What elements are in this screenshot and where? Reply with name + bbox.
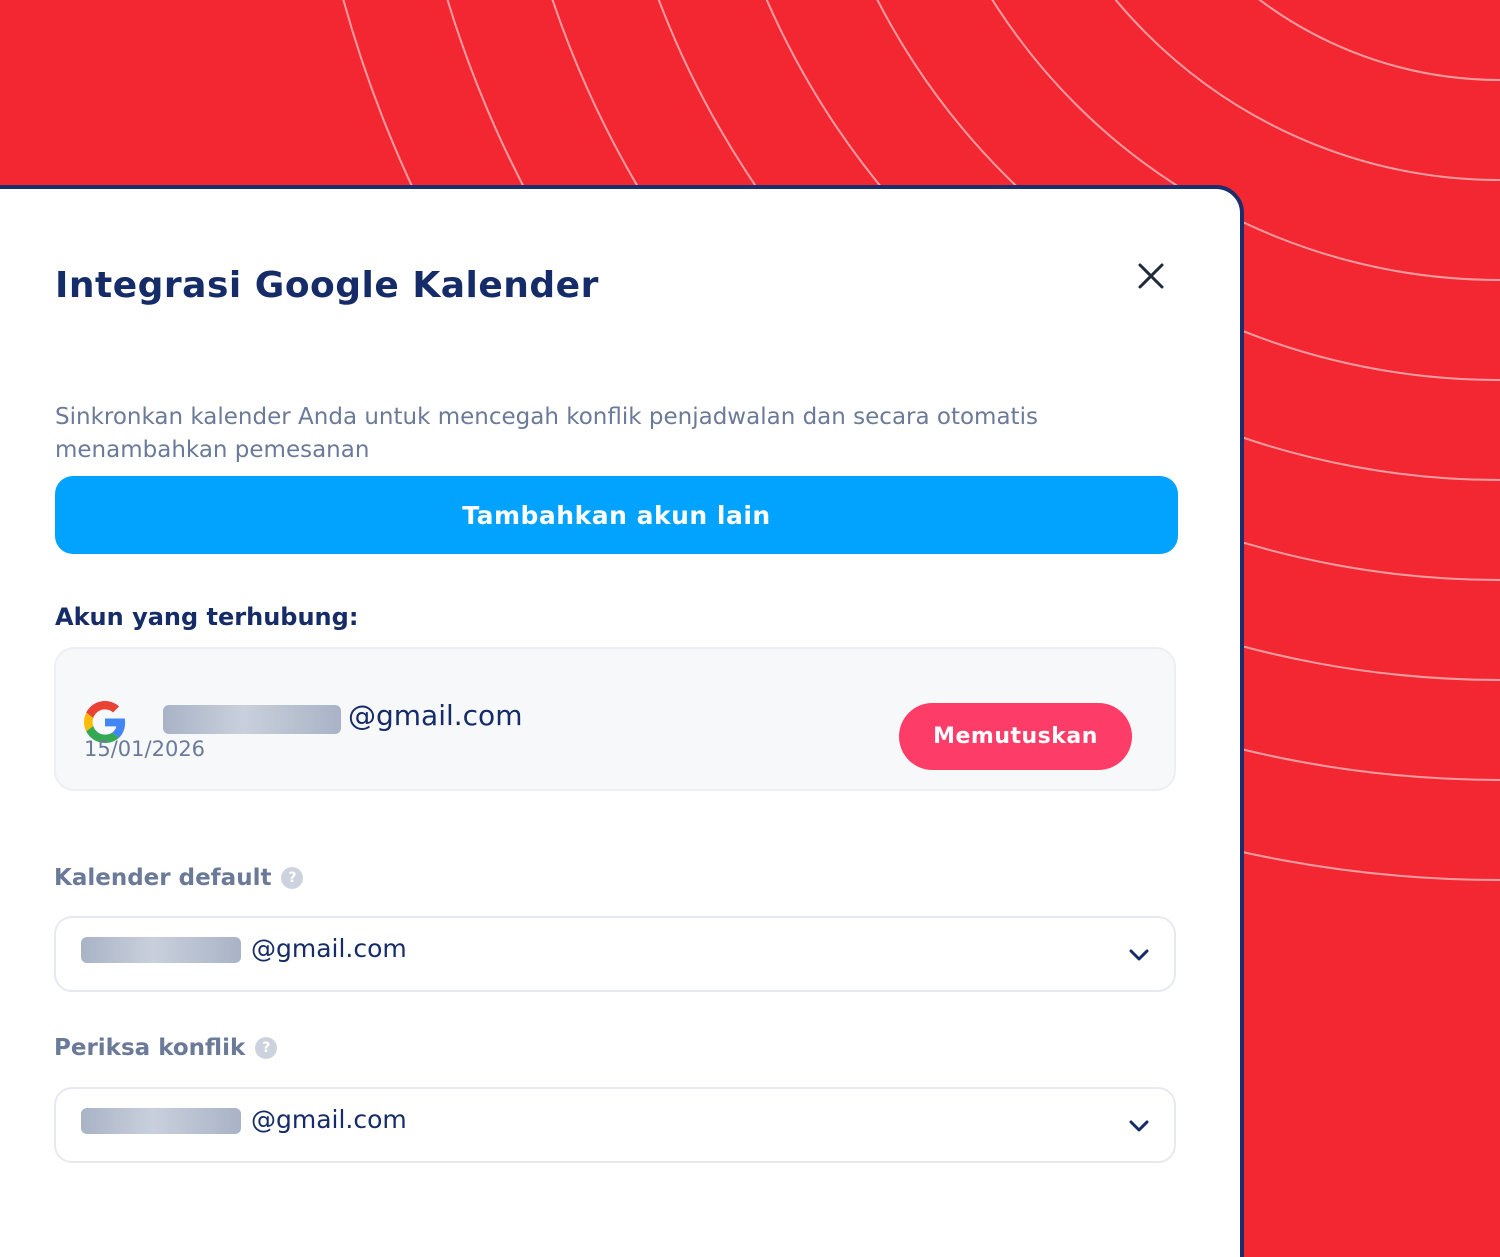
help-icon[interactable]: ? xyxy=(281,867,304,889)
connected-accounts-label: Akun yang terhubung: xyxy=(55,603,359,631)
conflict-check-select[interactable]: @gmail.com xyxy=(54,1087,1176,1163)
add-account-button[interactable]: Tambahkan akun lain xyxy=(55,476,1178,554)
disconnect-button[interactable]: Memutuskan xyxy=(899,703,1132,770)
conflict-check-value: @gmail.com xyxy=(251,1105,407,1134)
default-calendar-select[interactable]: @gmail.com xyxy=(54,916,1176,992)
redacted-email-user xyxy=(81,1108,241,1134)
close-icon xyxy=(1138,263,1164,289)
account-connected-date: 15/01/2026 xyxy=(84,737,206,761)
close-button[interactable] xyxy=(1134,259,1168,293)
conflict-check-label-text: Periksa konflik xyxy=(54,1035,246,1061)
modal-title: Integrasi Google Kalender xyxy=(55,265,599,306)
conflict-check-label: Periksa konflik ? xyxy=(54,1035,278,1061)
redacted-email-user xyxy=(163,705,341,734)
connected-account-card: @gmail.com 15/01/2026 Memutuskan xyxy=(54,647,1176,791)
chevron-down-icon xyxy=(1129,949,1149,961)
chevron-down-icon xyxy=(1129,1120,1149,1132)
default-calendar-value: @gmail.com xyxy=(251,934,407,963)
account-email: @gmail.com xyxy=(348,699,523,732)
modal-description: Sinkronkan kalender Anda untuk mencegah … xyxy=(55,404,1038,463)
help-icon[interactable]: ? xyxy=(255,1037,278,1059)
default-calendar-label-text: Kalender default xyxy=(54,865,272,891)
redacted-email-user xyxy=(81,937,241,963)
google-calendar-modal: Integrasi Google Kalender Sinkronkan kal… xyxy=(0,185,1244,1257)
default-calendar-label: Kalender default ? xyxy=(54,865,304,891)
